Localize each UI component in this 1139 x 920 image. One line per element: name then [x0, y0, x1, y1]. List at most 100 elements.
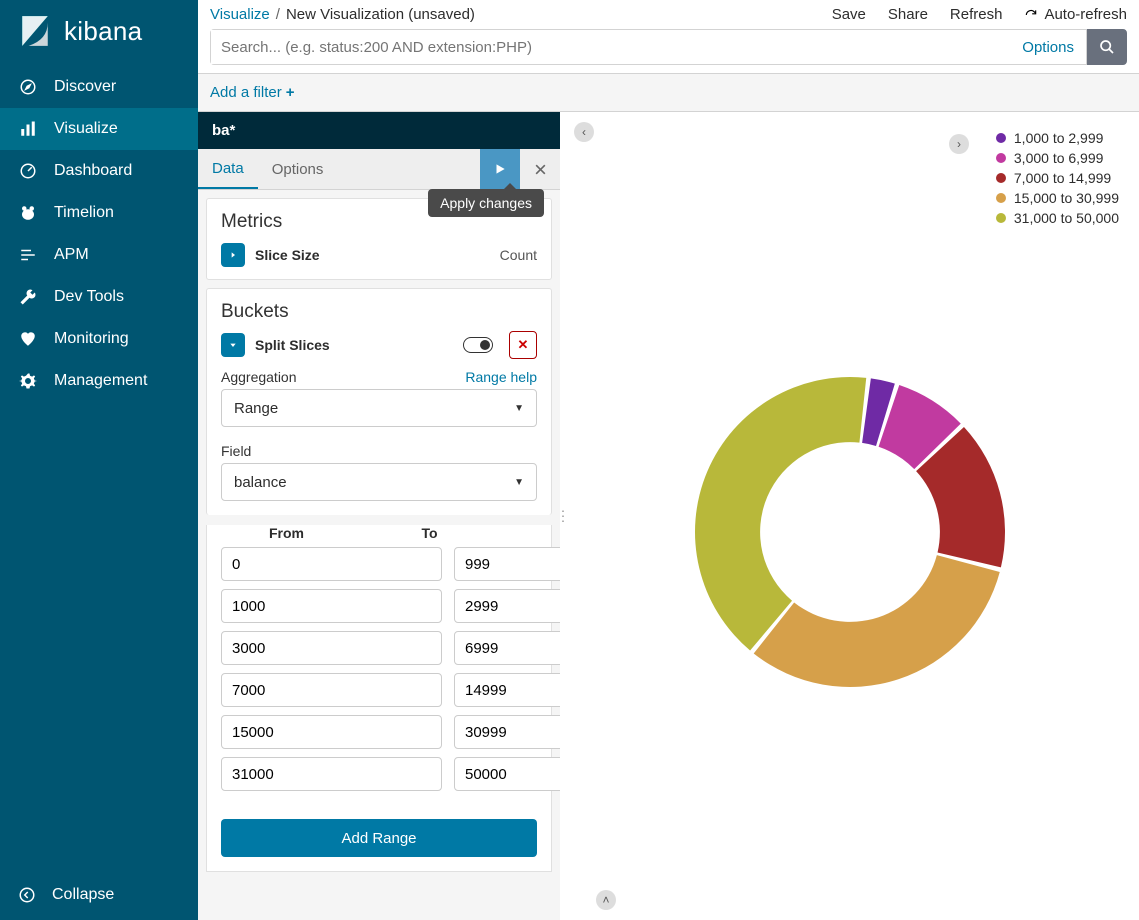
legend-color-dot: [996, 193, 1006, 203]
sidebar-item-label: Dev Tools: [54, 288, 124, 306]
range-row: ✕: [221, 715, 537, 749]
donut-slice[interactable]: [695, 377, 866, 651]
range-to-input[interactable]: [454, 631, 560, 665]
legend-collapse-button[interactable]: ›: [949, 134, 969, 154]
field-label: Field: [221, 443, 251, 459]
agg-enable-toggle[interactable]: [463, 337, 493, 353]
legend-item[interactable]: 7,000 to 14,999: [996, 170, 1119, 186]
field-value: balance: [234, 474, 287, 491]
legend-color-dot: [996, 173, 1006, 183]
sidebar-item-label: Timelion: [54, 204, 114, 222]
sidebar-item-label: Discover: [54, 78, 116, 96]
aggregation-label: Aggregation: [221, 369, 297, 385]
sidebar-item-visualize[interactable]: Visualize: [0, 108, 198, 150]
breadcrumb: Visualize / New Visualization (unsaved): [210, 6, 475, 23]
sidebar-item-timelion[interactable]: Timelion: [0, 192, 198, 234]
legend-color-dot: [996, 133, 1006, 143]
buckets-agg-label: Split Slices: [255, 337, 330, 353]
search-box: Options: [210, 29, 1087, 65]
gauge-icon: [18, 161, 38, 181]
add-range-button[interactable]: Add Range: [221, 819, 537, 857]
gear-icon: [18, 371, 38, 391]
search-icon: [1099, 39, 1115, 55]
search-options-link[interactable]: Options: [1010, 39, 1086, 56]
sidebar-item-dashboard[interactable]: Dashboard: [0, 150, 198, 192]
refresh-button[interactable]: Refresh: [950, 6, 1003, 23]
search-submit-button[interactable]: [1087, 29, 1127, 65]
auto-refresh-label: Auto-refresh: [1044, 6, 1127, 23]
donut-chart[interactable]: [690, 372, 1010, 692]
add-filter-label: Add a filter: [210, 84, 282, 101]
legend-item[interactable]: 15,000 to 30,999: [996, 190, 1119, 206]
aggregation-value: Range: [234, 400, 278, 417]
panel-collapse-left[interactable]: ‹: [574, 122, 594, 142]
range-to-input[interactable]: [454, 673, 560, 707]
share-button[interactable]: Share: [888, 6, 928, 23]
discard-changes-button[interactable]: [520, 149, 560, 189]
brand-name: kibana: [64, 16, 142, 47]
metrics-expand-toggle[interactable]: [221, 243, 245, 267]
legend-label: 15,000 to 30,999: [1014, 190, 1119, 206]
range-to-input[interactable]: [454, 547, 560, 581]
refresh-icon: [1024, 8, 1038, 22]
save-button[interactable]: Save: [832, 6, 866, 23]
remove-agg-button[interactable]: ✕: [509, 331, 537, 359]
breadcrumb-section[interactable]: Visualize: [210, 6, 270, 23]
range-from-input[interactable]: [221, 589, 442, 623]
sidebar-item-label: Dashboard: [54, 162, 132, 180]
breadcrumb-separator: /: [276, 6, 280, 23]
bar-chart-icon: [18, 119, 38, 139]
sidebar: kibana Discover Visualize Dashboard Time…: [0, 0, 198, 920]
sidebar-item-devtools[interactable]: Dev Tools: [0, 276, 198, 318]
donut-slice[interactable]: [753, 555, 999, 687]
legend-color-dot: [996, 153, 1006, 163]
resize-handle[interactable]: ⋮: [556, 508, 568, 525]
ranges-panel: From To ✕✕✕✕✕✕ Add Range: [206, 525, 552, 872]
config-tabs: Data Options Apply changes: [198, 149, 560, 190]
range-from-input[interactable]: [221, 673, 442, 707]
buckets-collapse-toggle[interactable]: [221, 333, 245, 357]
add-filter-link[interactable]: Add a filter +: [198, 74, 1139, 112]
range-row: ✕: [221, 631, 537, 665]
range-to-input[interactable]: [454, 715, 560, 749]
range-from-input[interactable]: [221, 757, 442, 791]
legend-label: 7,000 to 14,999: [1014, 170, 1111, 186]
aggregation-select[interactable]: Range ▼: [221, 389, 537, 427]
sidebar-item-monitoring[interactable]: Monitoring: [0, 318, 198, 360]
legend-item[interactable]: 31,000 to 50,000: [996, 210, 1119, 226]
range-from-input[interactable]: [221, 631, 442, 665]
brand-logo[interactable]: kibana: [0, 0, 198, 66]
plus-icon: +: [286, 84, 295, 101]
legend-label: 1,000 to 2,999: [1014, 130, 1104, 146]
tab-data[interactable]: Data: [198, 150, 258, 189]
field-select[interactable]: balance ▼: [221, 463, 537, 501]
sidebar-nav: Discover Visualize Dashboard Timelion AP…: [0, 66, 198, 874]
sidebar-item-apm[interactable]: APM: [0, 234, 198, 276]
close-icon: [534, 163, 547, 176]
index-pattern-header[interactable]: ba*: [198, 112, 560, 149]
range-to-input[interactable]: [454, 589, 560, 623]
scroll-up-button[interactable]: ˄: [596, 890, 616, 910]
from-header: From: [221, 525, 352, 541]
sidebar-item-label: APM: [54, 246, 89, 264]
tab-options[interactable]: Options: [258, 151, 338, 188]
legend-item[interactable]: 1,000 to 2,999: [996, 130, 1119, 146]
config-pane: ba* Data Options Apply changes: [198, 112, 560, 920]
sidebar-item-management[interactable]: Management: [0, 360, 198, 402]
legend-label: 31,000 to 50,000: [1014, 210, 1119, 226]
metrics-agg-label: Slice Size: [255, 247, 320, 263]
search-input[interactable]: [211, 30, 1010, 64]
range-to-input[interactable]: [454, 757, 560, 791]
chevron-right-icon: [229, 251, 237, 259]
sidebar-item-label: Management: [54, 372, 147, 390]
caret-down-icon: ▼: [514, 403, 524, 414]
range-row: ✕: [221, 673, 537, 707]
metrics-agg-type: Count: [500, 247, 537, 263]
sidebar-collapse[interactable]: Collapse: [0, 874, 198, 920]
auto-refresh-button[interactable]: Auto-refresh: [1024, 6, 1127, 23]
legend-item[interactable]: 3,000 to 6,999: [996, 150, 1119, 166]
range-help-link[interactable]: Range help: [465, 369, 537, 385]
sidebar-item-discover[interactable]: Discover: [0, 66, 198, 108]
range-from-input[interactable]: [221, 547, 442, 581]
range-from-input[interactable]: [221, 715, 442, 749]
